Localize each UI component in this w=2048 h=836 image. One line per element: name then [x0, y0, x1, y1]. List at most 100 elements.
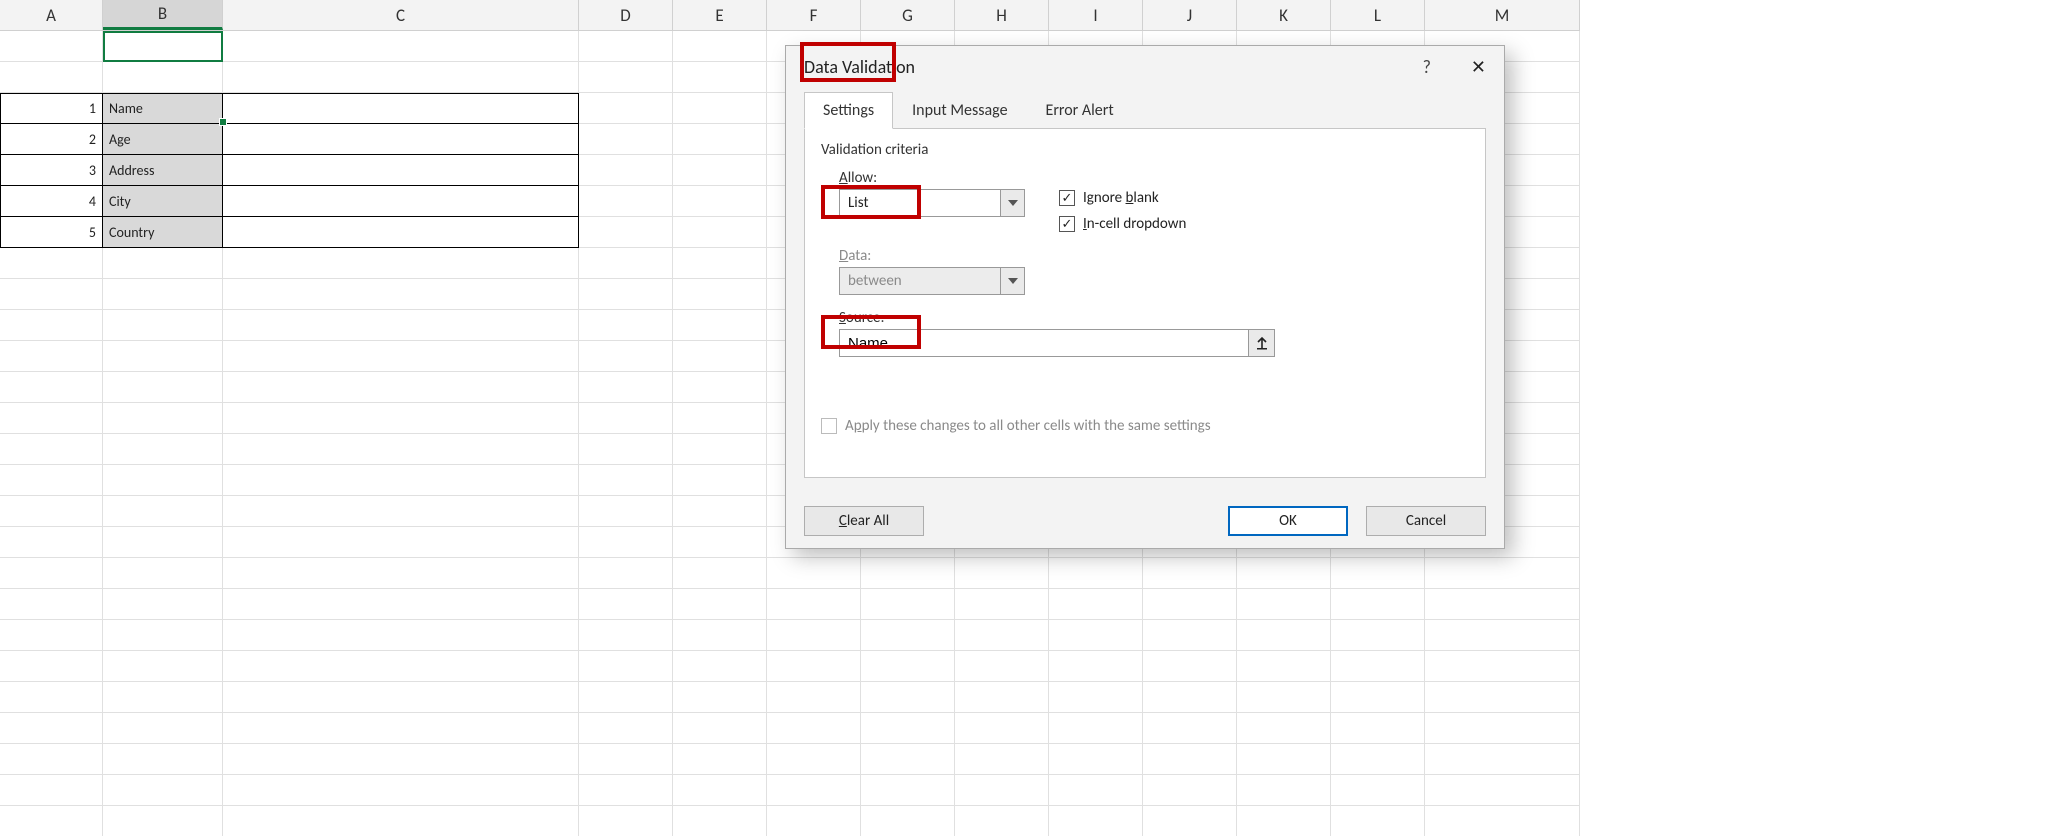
- cell-M22[interactable]: [1425, 682, 1580, 713]
- cell-J25[interactable]: [1143, 775, 1237, 806]
- cell-F19[interactable]: [767, 589, 861, 620]
- cell-D16[interactable]: [579, 496, 673, 527]
- cell-M19[interactable]: [1425, 589, 1580, 620]
- cell-B12[interactable]: [103, 372, 223, 403]
- cell-E21[interactable]: [673, 651, 767, 682]
- cell-D4[interactable]: [579, 124, 673, 155]
- cell-E20[interactable]: [673, 620, 767, 651]
- cell-J23[interactable]: [1143, 713, 1237, 744]
- cell-I25[interactable]: [1049, 775, 1143, 806]
- cell-G24[interactable]: [861, 744, 955, 775]
- cell-E24[interactable]: [673, 744, 767, 775]
- cell-B18[interactable]: [103, 558, 223, 589]
- cell-E8[interactable]: [673, 248, 767, 279]
- ok-button[interactable]: OK: [1228, 506, 1348, 536]
- cell-E26[interactable]: [673, 806, 767, 836]
- cell-C8[interactable]: [223, 248, 579, 279]
- cell-A14[interactable]: [0, 434, 103, 465]
- cell-A23[interactable]: [0, 713, 103, 744]
- cell-D14[interactable]: [579, 434, 673, 465]
- cell-C18[interactable]: [223, 558, 579, 589]
- cell-F23[interactable]: [767, 713, 861, 744]
- cell-B15[interactable]: [103, 465, 223, 496]
- cell-C4[interactable]: [223, 124, 579, 155]
- cell-M20[interactable]: [1425, 620, 1580, 651]
- cell-M25[interactable]: [1425, 775, 1580, 806]
- cell-E6[interactable]: [673, 186, 767, 217]
- cell-E1[interactable]: [673, 31, 767, 62]
- cell-B11[interactable]: [103, 341, 223, 372]
- dialog-titlebar[interactable]: Data Validation ? ✕: [786, 46, 1504, 88]
- cell-I19[interactable]: [1049, 589, 1143, 620]
- cell-H21[interactable]: [955, 651, 1049, 682]
- col-header-F[interactable]: F: [767, 0, 861, 30]
- col-header-A[interactable]: A: [0, 0, 103, 30]
- cell-E10[interactable]: [673, 310, 767, 341]
- cell-A6[interactable]: 4: [0, 186, 103, 217]
- chevron-down-icon[interactable]: [1000, 190, 1024, 216]
- cell-A22[interactable]: [0, 682, 103, 713]
- cell-C14[interactable]: [223, 434, 579, 465]
- help-icon[interactable]: ?: [1423, 56, 1431, 78]
- cell-G23[interactable]: [861, 713, 955, 744]
- cell-E12[interactable]: [673, 372, 767, 403]
- cell-B17[interactable]: [103, 527, 223, 558]
- cell-B3[interactable]: Name: [103, 93, 223, 124]
- cell-K22[interactable]: [1237, 682, 1331, 713]
- cell-E2[interactable]: [673, 62, 767, 93]
- cell-D21[interactable]: [579, 651, 673, 682]
- cell-E25[interactable]: [673, 775, 767, 806]
- cell-B24[interactable]: [103, 744, 223, 775]
- cell-G26[interactable]: [861, 806, 955, 836]
- cell-A5[interactable]: 3: [0, 155, 103, 186]
- cell-K20[interactable]: [1237, 620, 1331, 651]
- cell-A19[interactable]: [0, 589, 103, 620]
- cell-E22[interactable]: [673, 682, 767, 713]
- cell-D5[interactable]: [579, 155, 673, 186]
- cell-A26[interactable]: [0, 806, 103, 836]
- cell-L22[interactable]: [1331, 682, 1425, 713]
- cell-E4[interactable]: [673, 124, 767, 155]
- cell-D18[interactable]: [579, 558, 673, 589]
- cell-D6[interactable]: [579, 186, 673, 217]
- cell-C2[interactable]: [223, 62, 579, 93]
- cell-D26[interactable]: [579, 806, 673, 836]
- cell-E17[interactable]: [673, 527, 767, 558]
- cell-A20[interactable]: [0, 620, 103, 651]
- cell-H26[interactable]: [955, 806, 1049, 836]
- cell-B5[interactable]: Address: [103, 155, 223, 186]
- cell-A15[interactable]: [0, 465, 103, 496]
- cell-K25[interactable]: [1237, 775, 1331, 806]
- cell-G18[interactable]: [861, 558, 955, 589]
- cell-A16[interactable]: [0, 496, 103, 527]
- cell-E16[interactable]: [673, 496, 767, 527]
- cell-L18[interactable]: [1331, 558, 1425, 589]
- cell-C12[interactable]: [223, 372, 579, 403]
- cell-G21[interactable]: [861, 651, 955, 682]
- cell-K26[interactable]: [1237, 806, 1331, 836]
- cell-C20[interactable]: [223, 620, 579, 651]
- cell-A25[interactable]: [0, 775, 103, 806]
- cell-D13[interactable]: [579, 403, 673, 434]
- cell-B20[interactable]: [103, 620, 223, 651]
- cell-J19[interactable]: [1143, 589, 1237, 620]
- cell-D22[interactable]: [579, 682, 673, 713]
- cell-D15[interactable]: [579, 465, 673, 496]
- cell-K23[interactable]: [1237, 713, 1331, 744]
- cell-L25[interactable]: [1331, 775, 1425, 806]
- cell-I20[interactable]: [1049, 620, 1143, 651]
- cell-H23[interactable]: [955, 713, 1049, 744]
- cell-F20[interactable]: [767, 620, 861, 651]
- cell-G22[interactable]: [861, 682, 955, 713]
- ignore-blank-checkbox[interactable]: ✓ Ignore blank: [1059, 189, 1186, 207]
- cell-B9[interactable]: [103, 279, 223, 310]
- cell-A7[interactable]: 5: [0, 217, 103, 248]
- cell-C19[interactable]: [223, 589, 579, 620]
- cell-B19[interactable]: [103, 589, 223, 620]
- col-header-M[interactable]: M: [1425, 0, 1580, 30]
- cell-E11[interactable]: [673, 341, 767, 372]
- cell-J21[interactable]: [1143, 651, 1237, 682]
- cell-K21[interactable]: [1237, 651, 1331, 682]
- tab-error-alert[interactable]: Error Alert: [1027, 92, 1133, 129]
- cell-M18[interactable]: [1425, 558, 1580, 589]
